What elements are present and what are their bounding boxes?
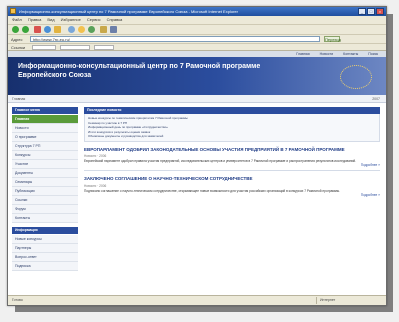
window-title: Информационно-консультационный центр по …	[19, 9, 238, 14]
menu-bar: Файл Правка Вид Избранное Сервис Справка	[8, 16, 386, 24]
sidebar-item[interactable]: Главная	[12, 115, 78, 124]
security-zone: Интернет	[316, 297, 380, 304]
menu-edit[interactable]: Правка	[28, 16, 42, 24]
status-text: Готово	[12, 298, 23, 302]
minimize-button[interactable]: _	[358, 8, 366, 15]
address-label: Адрес	[11, 37, 23, 42]
article-text: Европейский парламент одобрил правила уч…	[84, 159, 357, 163]
menu-help[interactable]: Справка	[107, 16, 123, 24]
back-icon[interactable]	[12, 26, 19, 33]
article-meta: Новости · 2006	[84, 183, 107, 188]
sidebar-item[interactable]: Контакты	[12, 214, 78, 223]
browser-window: Информационно-консультационный центр по …	[7, 6, 387, 306]
title-bar[interactable]: Информационно-консультационный центр по …	[8, 7, 386, 16]
sidebar-item[interactable]: Участие	[12, 160, 78, 169]
read-more-link[interactable]: Подробнее »	[84, 163, 380, 167]
forward-icon[interactable]	[22, 26, 29, 33]
eu-stars-logo	[340, 65, 372, 89]
breadcrumb[interactable]: Главная	[12, 95, 25, 103]
article-meta: Новости · 2006	[84, 154, 107, 158]
news-panel-heading: Последние новости	[84, 107, 380, 114]
history-icon[interactable]	[88, 26, 95, 33]
sidebar-item[interactable]: Вопрос-ответ	[12, 253, 78, 262]
menu-tools[interactable]: Сервис	[87, 16, 101, 24]
main-content: Последние новости Новые конкурсы по тема…	[84, 107, 380, 295]
sidebar-item[interactable]: Структура 7 РП	[12, 142, 78, 151]
site-banner: Информационно-консультационный центр по …	[8, 57, 386, 95]
sidebar-heading: Главное меню	[12, 107, 78, 114]
sidebar: Главное меню Главная Новости О программе…	[12, 107, 78, 295]
maximize-button[interactable]: □	[367, 8, 375, 15]
status-bar: Готово Интернет	[8, 295, 386, 305]
sidebar-item[interactable]: Конкурсы	[12, 151, 78, 160]
sidebar-item[interactable]: Публикации	[12, 187, 78, 196]
refresh-icon[interactable]	[44, 26, 51, 33]
home-icon[interactable]	[54, 26, 61, 33]
sidebar-item[interactable]: Ссылки	[12, 196, 78, 205]
news-article: ЗАКЛЮЧЕНО СОГЛАШЕНИЕ О НАУЧНО-ТЕХНИЧЕСКО…	[84, 176, 380, 197]
link-item[interactable]	[32, 45, 56, 50]
article-title[interactable]: ЕВРОПАРЛАМЕНТ ОДОБРИЛ ЗАКОНОДАТЕЛЬНЫЕ ОС…	[84, 147, 380, 153]
news-link[interactable]: Обновлены документы и руководства для за…	[88, 134, 376, 139]
sidebar-item[interactable]: Подписка	[12, 262, 78, 271]
divider	[84, 170, 380, 172]
sidebar-item[interactable]: Документы	[12, 169, 78, 178]
sidebar-item[interactable]: О программе	[12, 133, 78, 142]
page-date: 2007	[372, 97, 380, 101]
address-input[interactable]: http://www.7rp-eu.ru/	[30, 36, 320, 42]
address-bar: Адрес http://www.7rp-eu.ru/ Переход	[8, 34, 386, 43]
links-bar: Ссылки	[8, 43, 386, 51]
mail-icon[interactable]	[100, 26, 107, 33]
sidebar-heading: Информация	[12, 227, 78, 234]
article-title[interactable]: ЗАКЛЮЧЕНО СОГЛАШЕНИЕ О НАУЧНО-ТЕХНИЧЕСКО…	[84, 176, 380, 182]
read-more-link[interactable]: Подробнее »	[84, 193, 380, 197]
menu-file[interactable]: Файл	[12, 16, 22, 24]
menu-favorites[interactable]: Избранное	[61, 16, 81, 24]
sidebar-item[interactable]: Партнеры	[12, 244, 78, 253]
article-text: Подписано соглашение о научно-техническо…	[84, 188, 340, 193]
go-button[interactable]: Переход	[324, 36, 341, 42]
sidebar-item[interactable]: Новости	[12, 124, 78, 133]
sidebar-item[interactable]: Форум	[12, 205, 78, 214]
print-icon[interactable]	[110, 26, 117, 33]
sidebar-item[interactable]: Новые конкурсы	[12, 235, 78, 244]
link-item[interactable]	[60, 45, 90, 50]
browser-icon	[10, 8, 16, 14]
search-icon[interactable]	[68, 26, 75, 33]
breadcrumb-row: Главная 2007	[8, 95, 386, 103]
banner-title: Информационно-консультационный центр по …	[18, 63, 261, 79]
close-button[interactable]: ×	[376, 8, 384, 15]
menu-view[interactable]: Вид	[47, 16, 54, 24]
navigation-toolbar	[8, 24, 386, 34]
link-item[interactable]	[94, 45, 114, 50]
news-article: ЕВРОПАРЛАМЕНТ ОДОБРИЛ ЗАКОНОДАТЕЛЬНЫЕ ОС…	[84, 147, 380, 172]
stop-icon[interactable]	[34, 26, 41, 33]
window-controls: _ □ ×	[358, 8, 384, 15]
sidebar-item[interactable]: Семинары	[12, 178, 78, 187]
favorites-icon[interactable]	[78, 26, 85, 33]
web-page: Главная Новости Контакты Поиск Информаци…	[8, 51, 386, 295]
news-panel: Новые конкурсы по тематическим приоритет…	[84, 114, 380, 142]
